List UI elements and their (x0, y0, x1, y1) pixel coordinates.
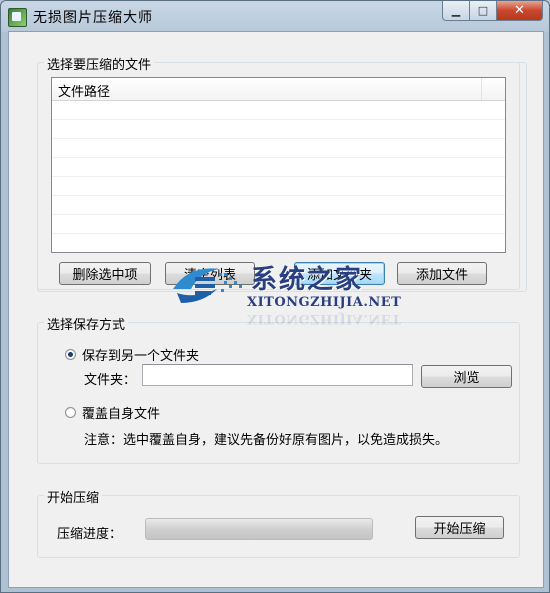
progress-label: 压缩进度： (57, 527, 123, 542)
radio-overwrite-label: 覆盖自身文件 (82, 407, 161, 422)
minimize-button[interactable]: ▁ (442, 1, 470, 21)
close-button[interactable]: ✕ (497, 1, 543, 21)
title-bar[interactable]: 无损图片压缩大师 ▁ □ ✕ (1, 1, 549, 31)
list-item[interactable] (52, 139, 505, 158)
list-item[interactable] (52, 101, 505, 120)
client-area: 选择要压缩的文件 文件路径 删除选中项 清空列表 添加文件夹 添加文件 选择保存… (8, 31, 544, 588)
radio-other-folder-indicator[interactable] (65, 349, 76, 360)
window-title: 无损图片压缩大师 (33, 10, 153, 26)
radio-other-folder-label: 保存到另一个文件夹 (82, 349, 200, 364)
overwrite-note: 注意：选中覆盖自身，建议先备份好原有图片，以免造成损失。 (84, 433, 449, 448)
save-group-label: 选择保存方式 (44, 314, 129, 333)
list-item[interactable] (52, 215, 505, 234)
list-item[interactable] (52, 196, 505, 215)
compress-group-label: 开始压缩 (44, 487, 103, 506)
maximize-button[interactable]: □ (470, 1, 497, 21)
close-icon: ✕ (514, 3, 525, 18)
radio-overwrite[interactable]: 覆盖自身文件 (65, 403, 160, 422)
radio-other-folder[interactable]: 保存到另一个文件夹 (65, 345, 199, 364)
file-list-header: 文件路径 (52, 78, 505, 101)
file-group-frame: 选择要压缩的文件 文件路径 删除选中项 清空列表 添加文件夹 添加文件 (37, 54, 520, 290)
folder-label: 文件夹： (84, 373, 137, 388)
compress-group-frame: 开始压缩 压缩进度： 开始压缩 (37, 487, 520, 558)
column-header-file-path[interactable]: 文件路径 (52, 78, 482, 100)
list-item[interactable] (52, 120, 505, 139)
delete-selected-button[interactable]: 删除选中项 (59, 262, 151, 285)
app-icon[interactable] (8, 8, 27, 27)
file-list[interactable]: 文件路径 (51, 77, 506, 253)
folder-path-input[interactable] (142, 364, 413, 386)
app-window: 无损图片压缩大师 ▁ □ ✕ 选择要压缩的文件 文件路径 删除选中项 清空列表 … (0, 0, 550, 593)
list-item[interactable] (52, 158, 505, 177)
add-file-button[interactable]: 添加文件 (397, 262, 487, 285)
maximize-icon: □ (477, 4, 489, 17)
file-list-rows (52, 101, 505, 252)
browse-button[interactable]: 浏览 (421, 365, 512, 388)
radio-overwrite-indicator[interactable] (65, 407, 76, 418)
save-group-frame: 选择保存方式 保存到另一个文件夹 文件夹： 浏览 覆盖自身文件 注意：选中覆盖自… (37, 314, 520, 464)
list-item[interactable] (52, 177, 505, 196)
minimize-icon: ▁ (451, 4, 461, 17)
start-compress-button[interactable]: 开始压缩 (415, 516, 504, 539)
column-header-filler (482, 78, 505, 100)
list-item[interactable] (52, 234, 505, 252)
compress-progress-bar (145, 518, 373, 540)
file-group-label: 选择要压缩的文件 (44, 54, 155, 73)
add-folder-button[interactable]: 添加文件夹 (294, 262, 385, 285)
clear-list-button[interactable]: 清空列表 (165, 262, 255, 285)
caption-buttons: ▁ □ ✕ (442, 1, 543, 21)
